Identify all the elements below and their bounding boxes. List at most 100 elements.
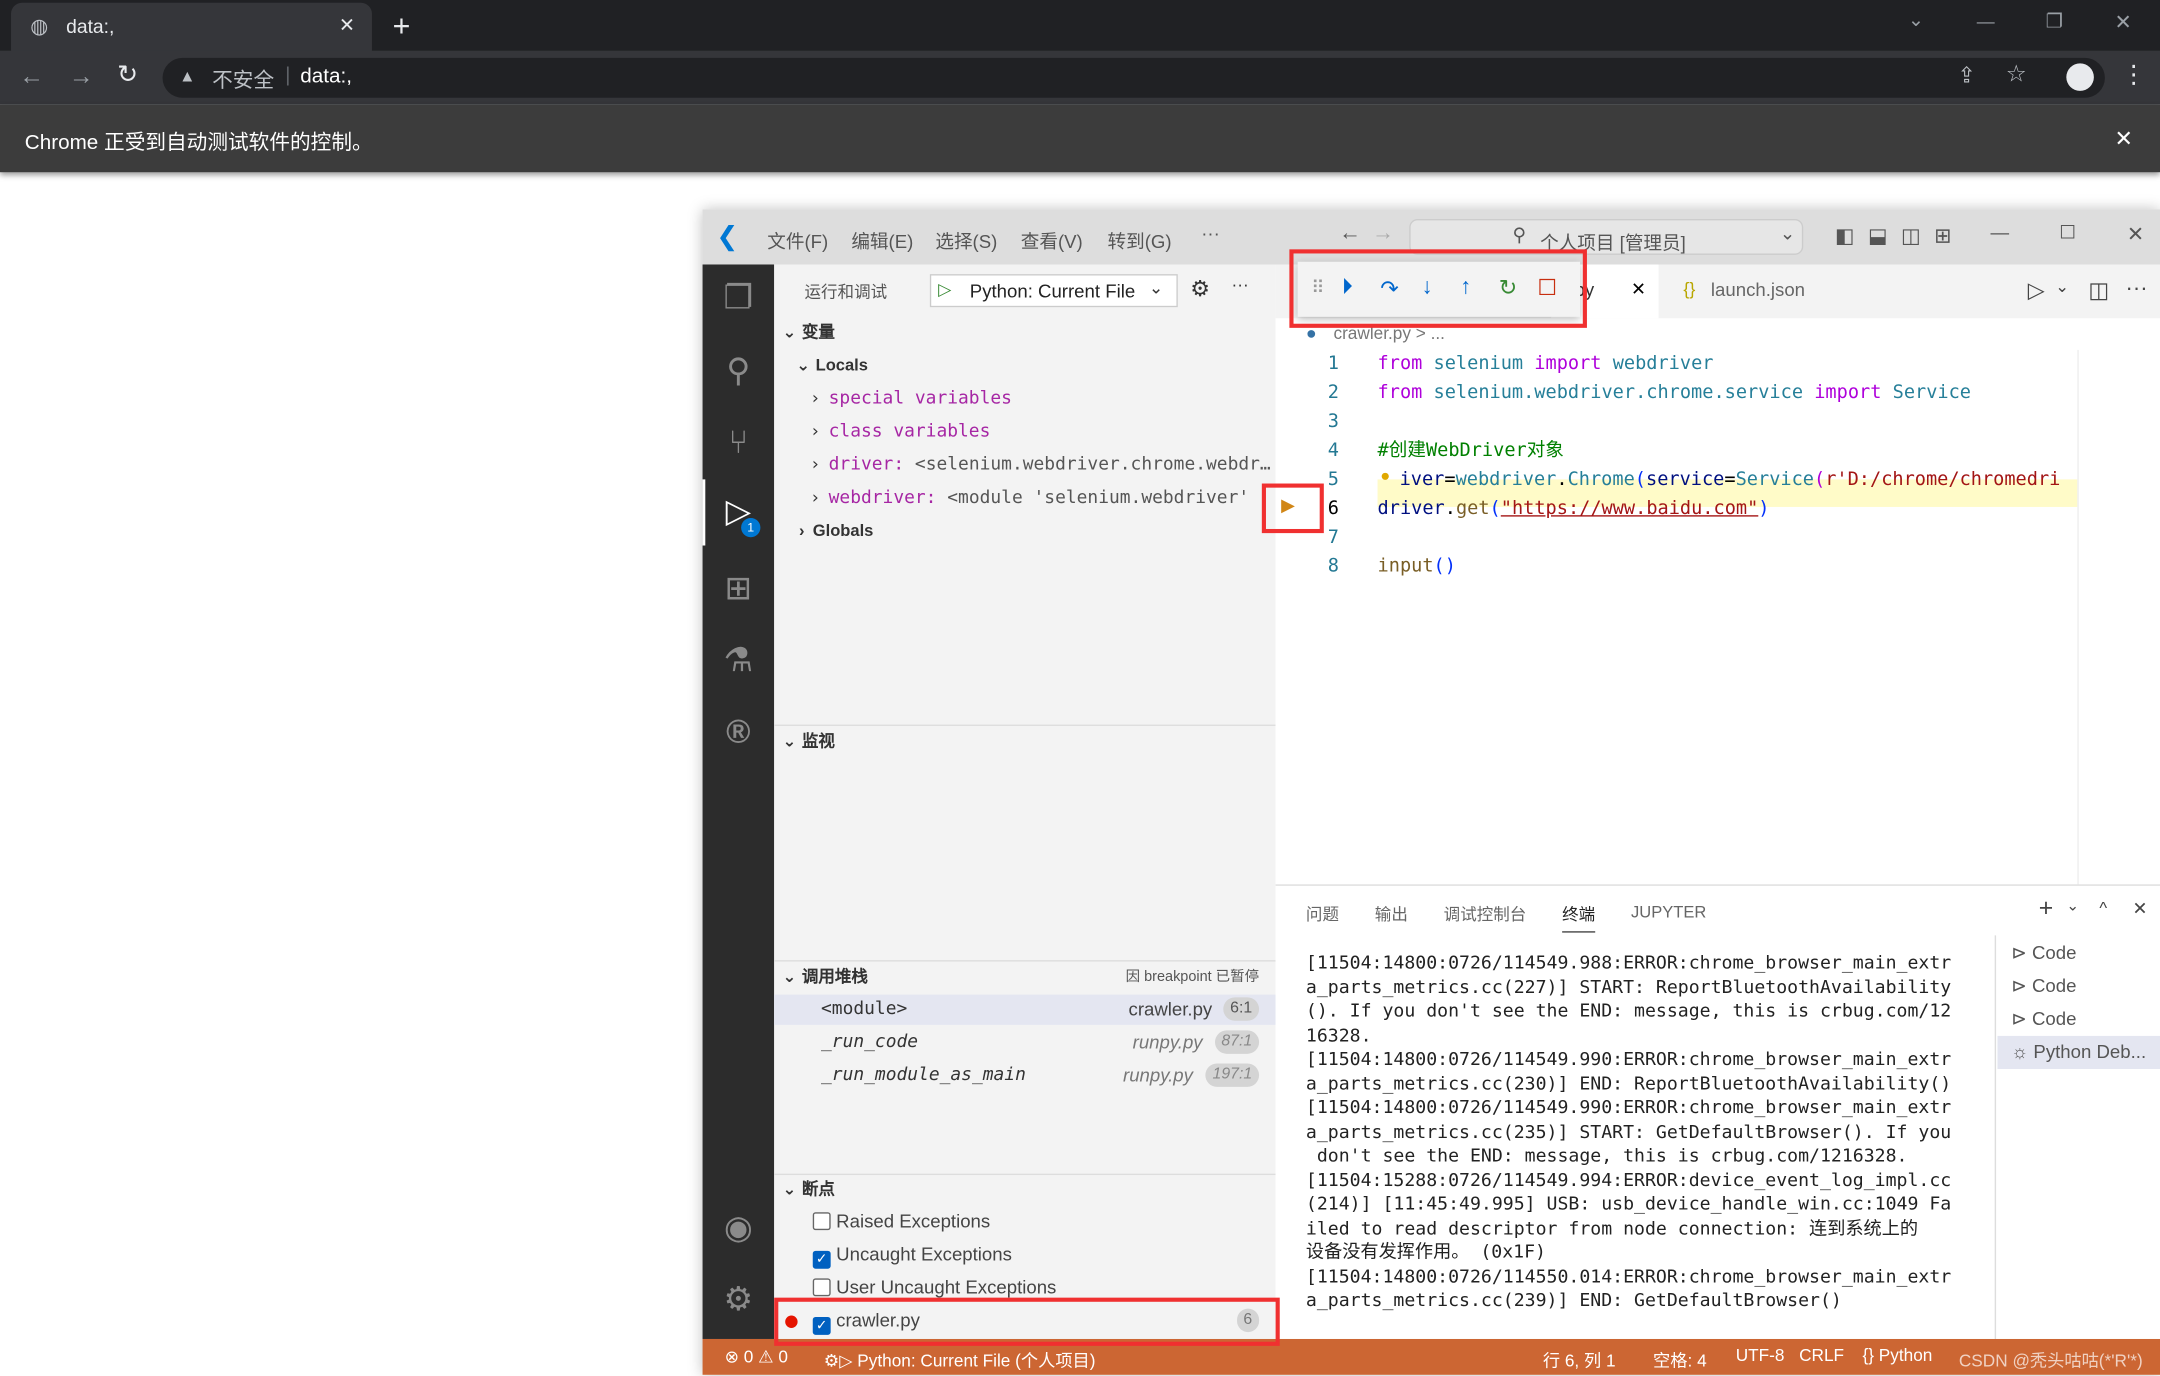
- code-line-5[interactable]: iver=webdriver.Chrome(service=Service(r'…: [1400, 466, 2061, 494]
- close-tab-icon[interactable]: ✕: [1631, 278, 1646, 300]
- problems-indicator[interactable]: ⊗ 0 ⚠ 0: [725, 1346, 788, 1366]
- checkbox-checked[interactable]: ✓: [812, 1250, 831, 1269]
- manage-gear-icon[interactable]: ⚙: [719, 1281, 758, 1320]
- toggle-sidebar-icon[interactable]: ◧: [1835, 223, 1855, 248]
- customize-layout-icon[interactable]: ⊞: [1934, 223, 1951, 248]
- new-terminal-icon[interactable]: +: [2039, 894, 2053, 923]
- nav-back-icon[interactable]: ←: [1339, 222, 1361, 247]
- close-tab-icon[interactable]: ✕: [339, 14, 355, 37]
- code-line-8[interactable]: input(): [1378, 552, 1456, 580]
- variable-row[interactable]: › class variables: [774, 416, 1275, 446]
- close-window-icon[interactable]: ✕: [2115, 10, 2132, 35]
- menu-kebab-icon[interactable]: ⋮: [2121, 61, 2146, 90]
- menu-file[interactable]: 文件(F): [767, 226, 828, 254]
- stack-frame-row[interactable]: _run_module_as_main runpy.py 197:1: [774, 1061, 1275, 1091]
- tab-search-icon[interactable]: ⌄: [1908, 8, 1924, 31]
- toggle-panel-icon[interactable]: ⬓: [1868, 223, 1888, 248]
- explorer-icon[interactable]: ❐: [719, 280, 758, 319]
- language-mode[interactable]: {} Python: [1862, 1346, 1932, 1365]
- indentation[interactable]: 空格: 4: [1653, 1346, 1707, 1372]
- forward-icon[interactable]: →: [69, 62, 94, 91]
- chevron-down-icon[interactable]: ⌄: [2066, 897, 2079, 915]
- share-icon[interactable]: ⇪: [1957, 62, 1975, 90]
- tab-launch-json[interactable]: {} launch.json: [1664, 264, 1809, 318]
- split-editor-icon[interactable]: ◫: [2088, 277, 2109, 305]
- code-line-2[interactable]: from selenium.webdriver.chrome.service i…: [1378, 379, 1971, 407]
- back-icon[interactable]: ←: [19, 62, 44, 91]
- code-line-6[interactable]: driver.get("https://www.baidu.com"): [1378, 495, 1770, 523]
- terminal-list-item[interactable]: ⊳ Code: [1997, 937, 2160, 970]
- encoding[interactable]: UTF-8: [1736, 1346, 1785, 1365]
- variable-row[interactable]: › driver: <selenium.webdriver.chrome.webd…: [774, 449, 1275, 479]
- menu-selection[interactable]: 选择(S): [935, 226, 997, 254]
- address-bar[interactable]: ▲ 不安全 | data:, ⇪ ☆: [162, 57, 2105, 98]
- variable-name: driver:: [828, 454, 905, 476]
- search-icon[interactable]: ⚲: [719, 353, 758, 392]
- terminal-name: Python Deb...: [2033, 1041, 2147, 1063]
- code-line-1[interactable]: from selenium import webdriver: [1378, 350, 1714, 378]
- debug-config-select[interactable]: ▷ Python: Current File ⌄: [929, 274, 1178, 308]
- watch-section-header[interactable]: ⌄ 监视: [774, 726, 1275, 756]
- chevron-down-icon[interactable]: ⌄: [2055, 277, 2069, 296]
- source-control-icon[interactable]: ⑂: [719, 424, 758, 463]
- stack-frame-row[interactable]: _run_code runpy.py 87:1: [774, 1028, 1275, 1058]
- menu-go[interactable]: 转到(G): [1108, 226, 1172, 254]
- minimize-icon[interactable]: —: [1991, 222, 2010, 243]
- cursor-position[interactable]: 行 6, 列 1: [1543, 1346, 1616, 1372]
- panel-tab-debug-console[interactable]: 调试控制台: [1444, 902, 1527, 925]
- maximize-panel-icon[interactable]: ^: [2099, 898, 2107, 917]
- frame-position: 6:1: [1223, 997, 1260, 1021]
- variable-row[interactable]: › webdriver: <module 'selenium.webdriver': [774, 482, 1275, 512]
- variable-row[interactable]: › special variables: [774, 383, 1275, 413]
- extensions-icon[interactable]: ⊞: [719, 570, 758, 609]
- browser-tab[interactable]: ◍ data:, ✕: [11, 2, 372, 51]
- close-infobar-icon[interactable]: ✕: [2115, 125, 2133, 153]
- panel-tab-terminal[interactable]: 终端: [1562, 902, 1596, 933]
- checkbox[interactable]: [812, 1278, 831, 1297]
- more-actions-icon[interactable]: ···: [2126, 277, 2148, 302]
- minimize-icon[interactable]: —: [1977, 11, 1995, 32]
- lightbulb-icon[interactable]: ●: [1380, 466, 1390, 485]
- line-ending[interactable]: CRLF: [1799, 1346, 1844, 1365]
- panel-tab-output[interactable]: 输出: [1375, 902, 1408, 925]
- close-panel-icon[interactable]: ✕: [2132, 898, 2147, 920]
- checkbox[interactable]: [812, 1212, 831, 1231]
- panel-tab-jupyter[interactable]: JUPYTER: [1631, 902, 1706, 921]
- separator: |: [285, 63, 291, 87]
- breakpoints-section-header[interactable]: ⌄ 断点: [774, 1174, 1275, 1204]
- profile-avatar[interactable]: [2066, 63, 2094, 91]
- remote-explorer-icon[interactable]: ®: [719, 714, 758, 753]
- menu-edit[interactable]: 编辑(E): [851, 226, 913, 254]
- menu-view[interactable]: 查看(V): [1021, 226, 1083, 254]
- close-icon[interactable]: ✕: [2127, 222, 2144, 246]
- toggle-secondary-sidebar-icon[interactable]: ◫: [1901, 223, 1921, 248]
- minimap[interactable]: [2077, 349, 2160, 888]
- testing-icon[interactable]: ⚗: [719, 642, 758, 681]
- terminal-output[interactable]: [11504:14800:0726/114549.988:ERROR:chrom…: [1276, 952, 1992, 1338]
- variables-section-header[interactable]: ⌄ 变量: [774, 317, 1275, 347]
- terminal-list-item-active[interactable]: ☼ Python Deb...: [1997, 1035, 2160, 1069]
- globals-scope[interactable]: › Globals: [774, 515, 1275, 545]
- restore-icon[interactable]: ❐: [2046, 10, 2063, 33]
- menu-more[interactable]: ···: [1201, 223, 1220, 244]
- locals-scope[interactable]: ⌄ Locals: [774, 350, 1275, 380]
- breakpoint-uncaught-exceptions[interactable]: ✓ Uncaught Exceptions: [774, 1240, 1275, 1270]
- reload-icon[interactable]: ↻: [117, 61, 138, 90]
- debug-settings-gear-icon[interactable]: ⚙: [1190, 276, 1210, 304]
- terminal-list-item[interactable]: ⊳ Code: [1997, 970, 2160, 1003]
- nav-forward-icon[interactable]: →: [1372, 222, 1394, 247]
- code-line-4[interactable]: #创建WebDriver对象: [1378, 437, 1564, 465]
- maximize-icon[interactable]: ☐: [2059, 222, 2076, 244]
- debug-session-indicator[interactable]: ⚙▷ Python: Current File (个人项目): [824, 1346, 1096, 1372]
- stack-frame-row[interactable]: <module> crawler.py 6:1: [774, 994, 1276, 1025]
- callstack-section-header[interactable]: ⌄ 调用堆栈 因 breakpoint 已暂停: [774, 962, 1275, 992]
- start-debug-icon[interactable]: ▷: [938, 278, 951, 299]
- breakpoint-raised-exceptions[interactable]: Raised Exceptions: [774, 1207, 1275, 1237]
- new-tab-icon[interactable]: +: [393, 8, 411, 44]
- bookmark-star-icon[interactable]: ☆: [2006, 61, 2027, 89]
- run-file-icon[interactable]: ▷: [2028, 277, 2045, 305]
- terminal-list-item[interactable]: ⊳ Code: [1997, 1003, 2160, 1036]
- more-actions-icon[interactable]: ···: [1232, 276, 1249, 295]
- accounts-icon[interactable]: ◉: [719, 1209, 758, 1248]
- panel-tab-problems[interactable]: 问题: [1306, 902, 1339, 925]
